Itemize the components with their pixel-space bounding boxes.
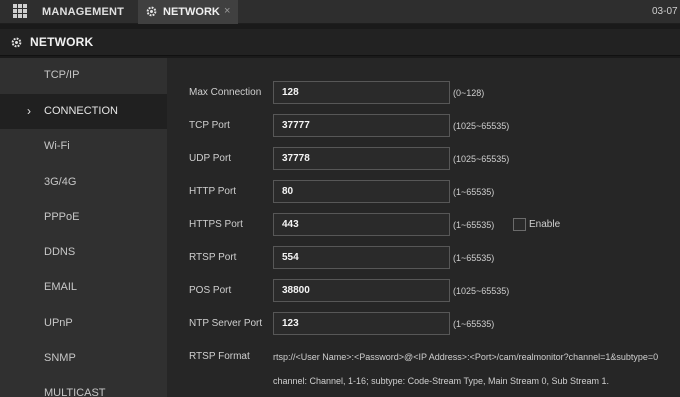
max-connection-label: Max Connection <box>189 87 262 98</box>
sidebar-item-label: TCP/IP <box>44 69 80 81</box>
sidebar-item-email[interactable]: EMAIL <box>0 270 167 305</box>
chevron-right-icon: › <box>27 104 31 118</box>
udp-port-range: (1025~65535) <box>453 154 510 164</box>
pos-port-range: (1025~65535) <box>453 286 510 296</box>
tcp-port-input[interactable]: 37777 <box>273 114 450 137</box>
ntp-server-port-input[interactable]: 123 <box>273 312 450 335</box>
https-port-range: (1~65535) <box>453 220 495 230</box>
https-port-label: HTTPS Port <box>189 219 243 230</box>
connection-settings-panel: Max Connection 128 (0~128) TCP Port 3777… <box>167 58 680 397</box>
sidebar-item-label: 3G/4G <box>44 176 77 188</box>
sidebar-item-label: EMAIL <box>44 281 78 293</box>
sidebar-item-label: MULTICAST <box>44 387 106 397</box>
rtsp-format-label: RTSP Format <box>189 351 250 362</box>
max-connection-range: (0~128) <box>453 88 485 98</box>
tab-network-label: NETWORK <box>163 6 220 18</box>
tcp-port-range: (1025~65535) <box>453 121 510 131</box>
sidebar-item-label: CONNECTION <box>44 105 118 117</box>
ntp-server-port-range: (1~65535) <box>453 319 495 329</box>
tab-network[interactable]: NETWORK × <box>138 0 238 24</box>
pos-port-label: POS Port <box>189 285 232 296</box>
apps-grid-icon[interactable] <box>13 4 28 19</box>
http-port-input[interactable]: 80 <box>273 180 450 203</box>
http-port-label: HTTP Port <box>189 186 237 197</box>
sidebar-item-connection[interactable]: › CONNECTION <box>0 94 167 129</box>
rtsp-port-range: (1~65535) <box>453 253 495 263</box>
close-icon[interactable]: × <box>224 0 230 23</box>
sidebar-item-label: SNMP <box>44 352 76 364</box>
udp-port-input[interactable]: 37778 <box>273 147 450 170</box>
tcp-port-label: TCP Port <box>189 120 230 131</box>
date-display: 03-07 <box>652 6 678 17</box>
pos-port-input[interactable]: 38800 <box>273 279 450 302</box>
sidebar: TCP/IP › CONNECTION Wi-Fi 3G/4G PPPoE DDN… <box>0 58 167 397</box>
sidebar-item-label: PPPoE <box>44 211 80 223</box>
rtsp-port-label: RTSP Port <box>189 252 237 263</box>
section-title: NETWORK <box>30 35 94 49</box>
gear-icon <box>146 6 157 17</box>
tab-management[interactable]: MANAGEMENT <box>42 0 124 24</box>
ntp-server-port-label: NTP Server Port <box>189 318 263 329</box>
http-port-range: (1~65535) <box>453 187 495 197</box>
gear-icon <box>11 37 22 48</box>
sidebar-item-snmp[interactable]: SNMP <box>0 341 167 376</box>
sidebar-item-label: UPnP <box>44 317 73 329</box>
max-connection-input[interactable]: 128 <box>273 81 450 104</box>
sidebar-item-ddns[interactable]: DDNS <box>0 235 167 270</box>
sidebar-item-label: Wi-Fi <box>44 140 70 152</box>
udp-port-label: UDP Port <box>189 153 232 164</box>
sidebar-item-wifi[interactable]: Wi-Fi <box>0 129 167 164</box>
rtsp-format-url: rtsp://<User Name>:<Password>@<IP Addres… <box>273 352 659 362</box>
top-bar: MANAGEMENT NETWORK × 03-07 <box>0 0 680 24</box>
sidebar-item-label: DDNS <box>44 246 76 258</box>
sidebar-item-3g4g[interactable]: 3G/4G <box>0 165 167 200</box>
https-enable-checkbox[interactable] <box>513 218 526 231</box>
rtsp-format-note: channel: Channel, 1-16; subtype: Code-St… <box>273 376 610 386</box>
rtsp-port-input[interactable]: 554 <box>273 246 450 269</box>
sidebar-item-pppoe[interactable]: PPPoE <box>0 200 167 235</box>
section-header: NETWORK <box>0 29 680 56</box>
https-enable-label: Enable <box>529 219 561 230</box>
sidebar-item-multicast[interactable]: MULTICAST <box>0 376 167 397</box>
sidebar-item-upnp[interactable]: UPnP <box>0 306 167 341</box>
https-port-input[interactable]: 443 <box>273 213 450 236</box>
sidebar-item-tcpip[interactable]: TCP/IP <box>0 58 167 93</box>
